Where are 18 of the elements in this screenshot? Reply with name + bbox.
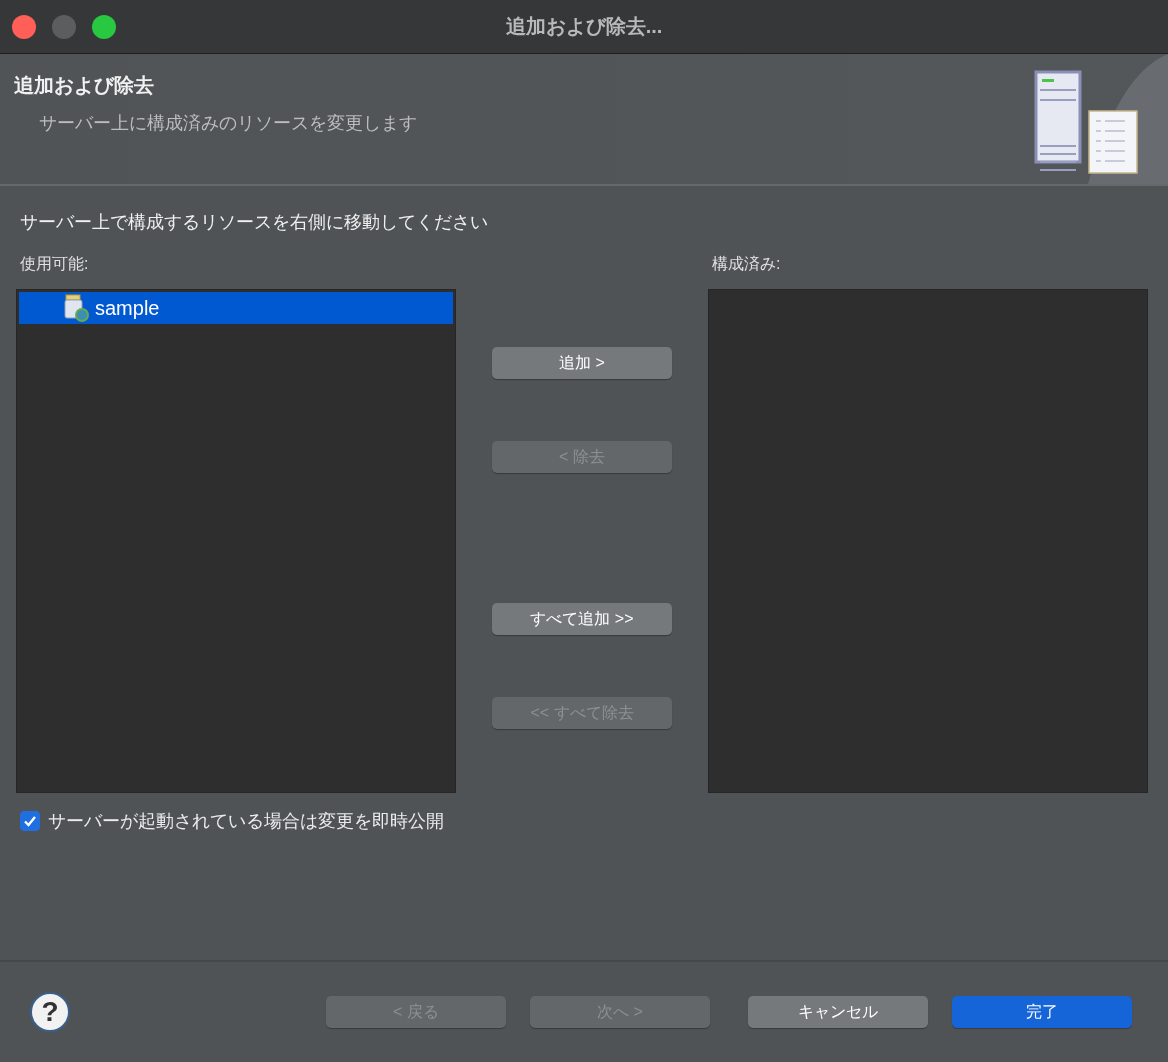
- page-description: サーバー上に構成済みのリソースを変更します: [39, 112, 417, 135]
- configured-label: 構成済み:: [712, 254, 781, 274]
- close-button[interactable]: [12, 14, 36, 39]
- checkmark-icon: [23, 814, 37, 828]
- add-button[interactable]: 追加 >: [492, 347, 672, 379]
- project-icon: [63, 294, 89, 322]
- publish-label: サーバーが起動されている場合は変更を即時公開: [48, 810, 444, 833]
- add-all-button[interactable]: すべて追加 >>: [492, 603, 672, 635]
- cancel-button[interactable]: キャンセル: [748, 996, 928, 1028]
- publish-checkbox[interactable]: [20, 811, 40, 831]
- instruction-text: サーバー上で構成するリソースを右側に移動してください: [20, 211, 488, 234]
- help-button[interactable]: ?: [30, 992, 70, 1032]
- window-title: 追加および除去...: [505, 14, 663, 39]
- finish-button[interactable]: 完了: [952, 996, 1132, 1028]
- available-label: 使用可能:: [20, 254, 89, 274]
- list-item[interactable]: sample: [19, 292, 453, 324]
- page-title: 追加および除去: [14, 73, 154, 98]
- zoom-button[interactable]: [92, 14, 116, 39]
